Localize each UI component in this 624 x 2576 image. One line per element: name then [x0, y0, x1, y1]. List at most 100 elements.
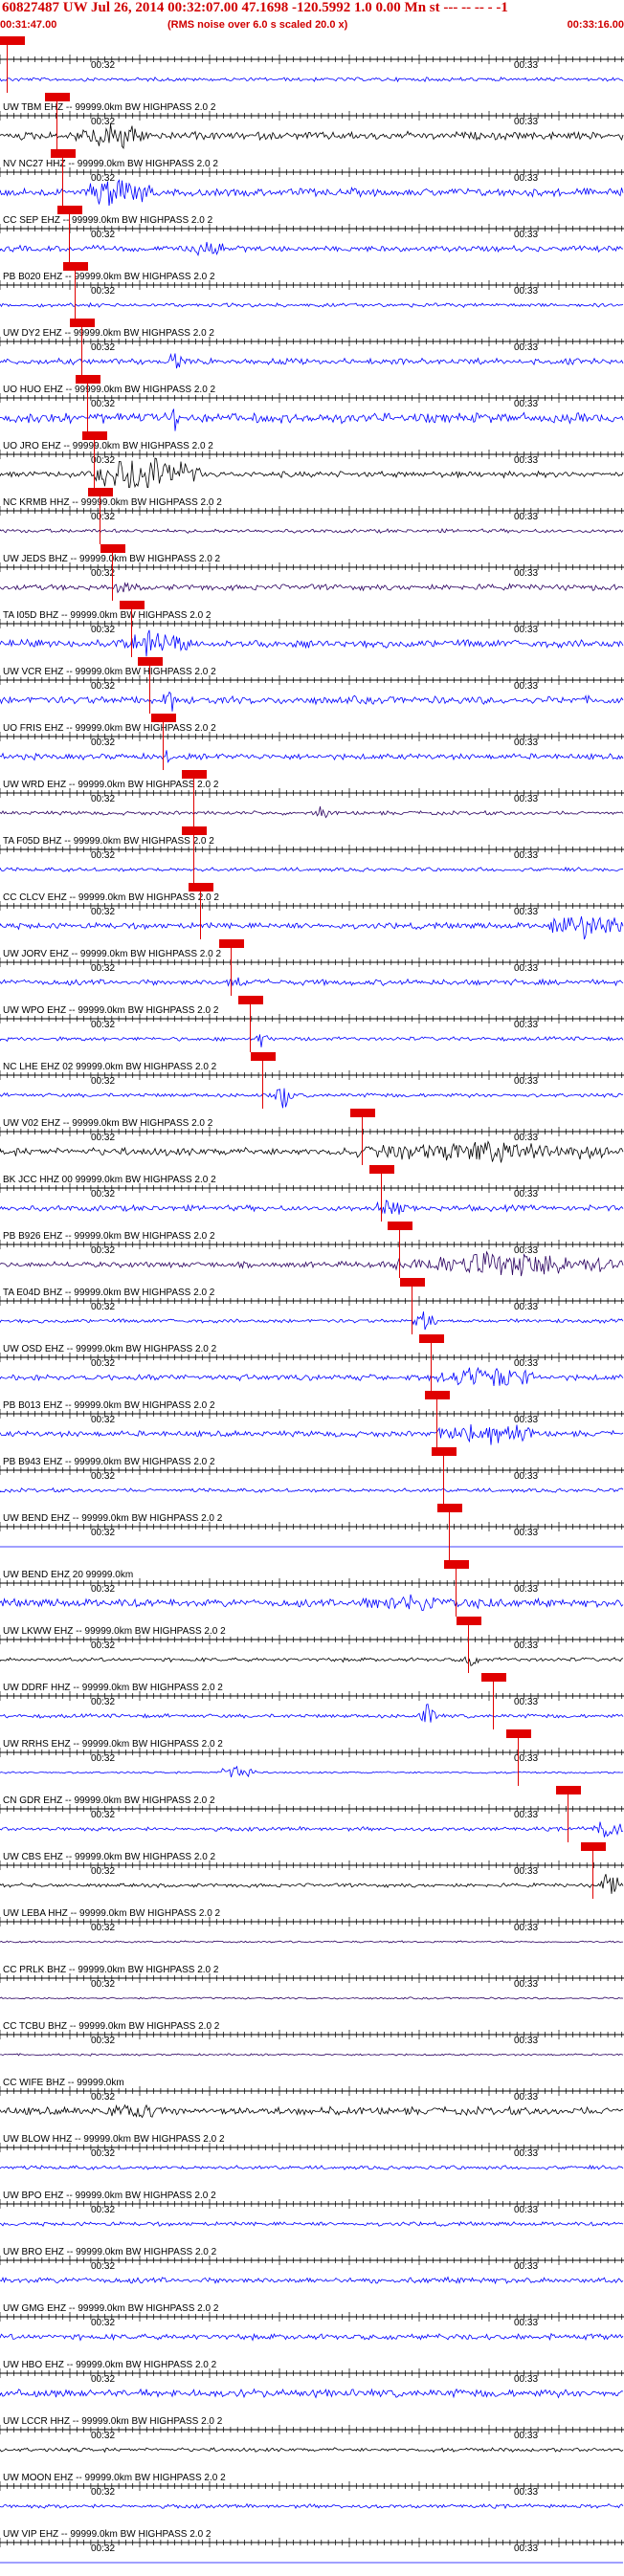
- phase-pick-flag[interactable]: [51, 149, 76, 158]
- trace-row: UW JORV EHZ -- 99999.0km BW HIGHPASS 2.0…: [0, 939, 624, 996]
- phase-pick-flag[interactable]: [45, 93, 70, 101]
- phase-pick-flag[interactable]: [400, 1278, 425, 1287]
- time-tick-label: 00:33: [514, 399, 539, 409]
- trace-row: 00:32 00:33: [0, 36, 624, 93]
- station-label: PB B013 EHZ -- 99999.0km BW HIGHPASS 2.0…: [3, 1400, 215, 1411]
- time-tick-label: 00:32: [91, 1471, 116, 1482]
- time-tick-label: 00:32: [91, 512, 116, 522]
- phase-pick-flag[interactable]: [419, 1334, 444, 1343]
- time-tick-label: 00:33: [514, 963, 539, 974]
- phase-pick-line: [87, 375, 88, 431]
- waveform: [0, 123, 624, 149]
- phase-pick-line: [62, 149, 63, 206]
- station-label: CC SEP EHZ -- 99999.0km BW HIGHPASS 2.0 …: [3, 215, 213, 226]
- trace-row: UW WPO EHZ -- 99999.0km BW HIGHPASS 2.0 …: [0, 996, 624, 1052]
- time-tick-label: 00:32: [91, 2261, 116, 2272]
- waveform: [0, 528, 624, 534]
- waveform: [0, 353, 624, 369]
- phase-pick-flag[interactable]: [369, 1165, 394, 1174]
- phase-pick-flag[interactable]: [151, 714, 176, 722]
- waveform: [0, 750, 624, 763]
- time-tick-label: 00:32: [91, 2318, 116, 2328]
- phase-pick-flag[interactable]: [432, 1447, 457, 1456]
- phase-pick-flag[interactable]: [57, 206, 82, 214]
- phase-pick-flag[interactable]: [444, 1560, 469, 1569]
- phase-pick-flag[interactable]: [506, 1729, 531, 1738]
- phase-pick-flag[interactable]: [238, 996, 263, 1004]
- phase-pick-flag[interactable]: [100, 544, 125, 553]
- waveform: [0, 2447, 624, 2454]
- waveform: [0, 301, 624, 308]
- trace-row: TA I05D BHZ -- 99999.0km BW HIGHPASS 2.0…: [0, 601, 624, 657]
- trace-row: UO HUO EHZ -- 99999.0km BW HIGHPASS 2.0 …: [0, 375, 624, 431]
- waveform: [0, 1200, 624, 1215]
- phase-pick-flag[interactable]: [251, 1052, 276, 1061]
- phase-pick-flag[interactable]: [0, 36, 25, 45]
- phase-pick-flag[interactable]: [457, 1617, 481, 1625]
- phase-pick-flag[interactable]: [189, 883, 213, 892]
- phase-pick-line: [436, 1391, 437, 1447]
- trace-row: PB B943 EHZ -- 99999.0km BW HIGHPASS 2.0…: [0, 1447, 624, 1504]
- phase-pick-flag[interactable]: [76, 375, 100, 384]
- time-tick-label: 00:33: [514, 286, 539, 297]
- time-tick-label: 00:32: [91, 625, 116, 635]
- waveform: [0, 2103, 624, 2119]
- phase-pick-line: [69, 206, 70, 262]
- station-label: UW LKWW EHZ -- 99999.0km BW HIGHPASS 2.0…: [3, 1626, 226, 1637]
- phase-pick-line: [362, 1109, 363, 1165]
- time-tick-label: 00:33: [514, 625, 539, 635]
- phase-pick-flag[interactable]: [182, 770, 207, 779]
- phase-pick-flag[interactable]: [437, 1504, 462, 1512]
- phase-pick-flag[interactable]: [88, 488, 113, 496]
- trace-row: UW V02 EHZ -- 99999.0km BW HIGHPASS 2.0 …: [0, 1109, 624, 1165]
- time-tick-label: 00:32: [91, 173, 116, 184]
- station-label: UW BEND EHZ 20 99999.0km: [3, 1570, 134, 1580]
- time-tick-label: 00:33: [514, 1471, 539, 1482]
- trace-row: CC TCBU BHZ -- 99999.0km BW HIGHPASS 2.0…: [0, 2012, 624, 2068]
- time-tick-label: 00:33: [514, 512, 539, 522]
- waveform: [0, 1996, 624, 2000]
- trace-row: UW RRHS EHZ -- 99999.0km BW HIGHPASS 2.0…: [0, 1729, 624, 1786]
- phase-pick-flag[interactable]: [556, 1786, 581, 1794]
- phase-pick-flag[interactable]: [63, 262, 88, 271]
- station-label: CC TCBU BHZ -- 99999.0km BW HIGHPASS 2.0…: [3, 2021, 220, 2032]
- station-label: UW JORV EHZ -- 99999.0km BW HIGHPASS 2.0…: [3, 949, 222, 959]
- time-tick-label: 00:33: [514, 1640, 539, 1651]
- phase-pick-flag[interactable]: [120, 601, 145, 609]
- phase-pick-flag[interactable]: [182, 826, 207, 835]
- station-label: UW WPO EHZ -- 99999.0km BW HIGHPASS 2.0 …: [3, 1005, 219, 1016]
- waveform: [0, 2276, 624, 2285]
- waveform: [0, 1366, 624, 1386]
- time-tick-label: 00:33: [514, 1302, 539, 1312]
- time-tick-label: 00:32: [91, 1528, 116, 1538]
- waveform: [0, 916, 624, 939]
- station-label: UO JRO EHZ -- 99999.0km BW HIGHPASS 2.0 …: [3, 441, 213, 451]
- time-tick-label: 00:32: [91, 1923, 116, 1933]
- station-label: UW BLOW HHZ -- 99999.0km BW HIGHPASS 2.0…: [3, 2134, 225, 2145]
- phase-pick-flag[interactable]: [82, 431, 107, 440]
- waveform: [0, 1594, 624, 1611]
- waveform: [0, 1821, 624, 1838]
- phase-pick-line: [56, 93, 57, 149]
- time-tick-label: 00:32: [91, 342, 116, 353]
- phase-pick-flag[interactable]: [388, 1222, 412, 1230]
- phase-pick-flag[interactable]: [219, 939, 244, 948]
- trace-row: BK JCC HHZ 00 99999.0km BW HIGHPASS 2.0 …: [0, 1165, 624, 1222]
- phase-pick-flag[interactable]: [70, 319, 95, 327]
- trace-row: PB B013 EHZ -- 99999.0km BW HIGHPASS 2.0…: [0, 1391, 624, 1447]
- waveform: [0, 2388, 624, 2399]
- phase-pick-flag[interactable]: [425, 1391, 450, 1399]
- phase-pick-flag[interactable]: [138, 657, 163, 666]
- trace-row: TA E04D BHZ -- 99999.0km BW HIGHPASS 2.0…: [0, 1278, 624, 1334]
- station-label: UW RRHS EHZ -- 99999.0km BW HIGHPASS 2.0…: [3, 1739, 223, 1750]
- phase-pick-flag[interactable]: [350, 1109, 375, 1117]
- phase-pick-flag[interactable]: [481, 1673, 506, 1682]
- waveform: [0, 691, 624, 712]
- trace-row: UW BPO EHZ -- 99999.0km BW HIGHPASS 2.0 …: [0, 2181, 624, 2237]
- time-tick-label: 00:33: [514, 2431, 539, 2441]
- time-tick-label: 00:33: [514, 173, 539, 184]
- phase-pick-flag[interactable]: [581, 1842, 606, 1851]
- time-tick-label: 00:33: [514, 1133, 539, 1143]
- time-tick-label: 00:33: [514, 2148, 539, 2159]
- time-tick-label: 00:32: [91, 2036, 116, 2046]
